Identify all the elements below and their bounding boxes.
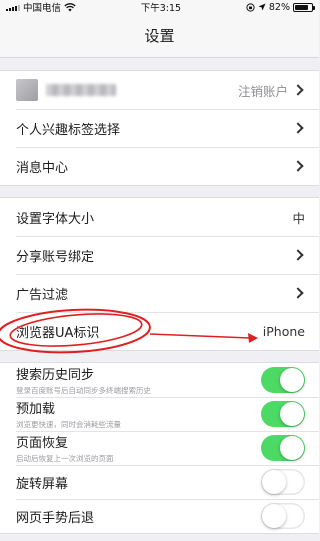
battery-icon [292, 2, 315, 12]
nav-bar: 设置 [0, 14, 319, 58]
gesture-back-toggle[interactable] [261, 503, 305, 529]
ua-value: iPhone [262, 323, 305, 339]
toggle-row: 网页手势后退 [0, 499, 319, 533]
ua-label: 浏览器UA标识 [16, 325, 100, 341]
font-size-label: 设置字体大小 [16, 211, 95, 227]
browser-settings-group: 设置字体大小 中 分享账号绑定 广告过滤 浏览器UA标识 iPhone [0, 197, 319, 351]
interest-tags-row[interactable]: 个人兴趣标签选择 [0, 109, 319, 147]
message-center-row[interactable]: 消息中心 [0, 147, 319, 185]
toggle-label-block: 预加载 浏览更快速，同时会消耗些流量 [16, 398, 121, 430]
toggle-knob [280, 436, 304, 460]
toggle-knob [262, 470, 286, 494]
signal-icon [6, 4, 20, 11]
blurred-username [46, 84, 116, 96]
avatar [16, 79, 38, 101]
carrier-label: 中国电信 [23, 3, 62, 14]
toggle-label: 旋转屏幕 [16, 476, 69, 492]
toggle-knob [262, 504, 286, 528]
share-binding-row[interactable]: 分享账号绑定 [0, 236, 319, 274]
page-title: 设置 [144, 27, 175, 45]
toggle-row: 旋转屏幕 [0, 465, 319, 499]
toggle-description: 浏览更快速，同时会消耗些流量 [16, 420, 121, 429]
logout-action[interactable]: 注销账户 [238, 81, 305, 100]
chevron-right-icon [292, 122, 304, 134]
battery-percent: 82% [268, 1, 290, 13]
search-history-sync-toggle[interactable] [261, 367, 305, 393]
chevron-right-icon [292, 160, 304, 172]
account-info [16, 79, 116, 101]
ua-row[interactable]: 浏览器UA标识 iPhone [0, 312, 319, 350]
interest-tags-label: 个人兴趣标签选择 [16, 122, 121, 138]
toggle-label: 搜索历史同步 [16, 368, 95, 383]
location-arrow-icon [258, 3, 266, 11]
battery-level [294, 4, 309, 10]
toggle-knob [280, 368, 304, 392]
chevron-right-icon [292, 287, 304, 299]
status-right: 82% [246, 1, 315, 13]
toggle-description: 启动后恢复上一次浏览的页面 [16, 454, 114, 463]
toggle-knob [280, 402, 304, 426]
account-group: 注销账户 个人兴趣标签选择 消息中心 [0, 70, 319, 186]
message-center-label: 消息中心 [16, 160, 69, 176]
toggle-label-block: 旋转屏幕 [16, 473, 68, 492]
page-restore-toggle[interactable] [261, 435, 305, 461]
toggle-label-block: 搜索历史同步 登录百度账号后自动同步多终端搜索历史 [16, 364, 151, 396]
account-row[interactable]: 注销账户 [0, 71, 319, 109]
logout-label: 注销账户 [237, 83, 288, 99]
chevron-right-icon [292, 84, 304, 96]
status-bar: 中国电信 下午3:15 82% [0, 0, 319, 14]
toggle-label: 页面恢复 [16, 436, 69, 451]
rotate-screen-toggle[interactable] [261, 469, 305, 495]
font-size-row[interactable]: 设置字体大小 中 [0, 198, 319, 236]
toggle-label: 网页手势后退 [16, 510, 95, 526]
preload-toggle[interactable] [261, 401, 305, 427]
status-left: 中国电信 [6, 0, 76, 14]
toggle-description: 登录百度账号后自动同步多终端搜索历史 [16, 386, 151, 395]
toggle-settings-group: 搜索历史同步 登录百度账号后自动同步多终端搜索历史 预加载 浏览更快速，同时会消… [0, 362, 319, 534]
wifi-icon [64, 2, 76, 11]
toggle-row: 预加载 浏览更快速，同时会消耗些流量 [0, 397, 319, 431]
share-binding-label: 分享账号绑定 [16, 249, 95, 265]
font-size-value: 中 [292, 210, 305, 226]
toggle-label-block: 网页手势后退 [16, 507, 94, 526]
chevron-right-icon [292, 249, 304, 261]
orientation-lock-icon [246, 2, 255, 12]
ad-filter-label: 广告过滤 [16, 287, 69, 303]
toggle-row: 页面恢复 启动后恢复上一次浏览的页面 [0, 431, 319, 465]
status-time: 下午3:15 [140, 3, 182, 14]
toggle-label-block: 页面恢复 启动后恢复上一次浏览的页面 [16, 432, 114, 464]
toggle-label: 预加载 [16, 402, 56, 417]
ad-filter-row[interactable]: 广告过滤 [0, 274, 319, 312]
toggle-row: 搜索历史同步 登录百度账号后自动同步多终端搜索历史 [0, 363, 319, 397]
